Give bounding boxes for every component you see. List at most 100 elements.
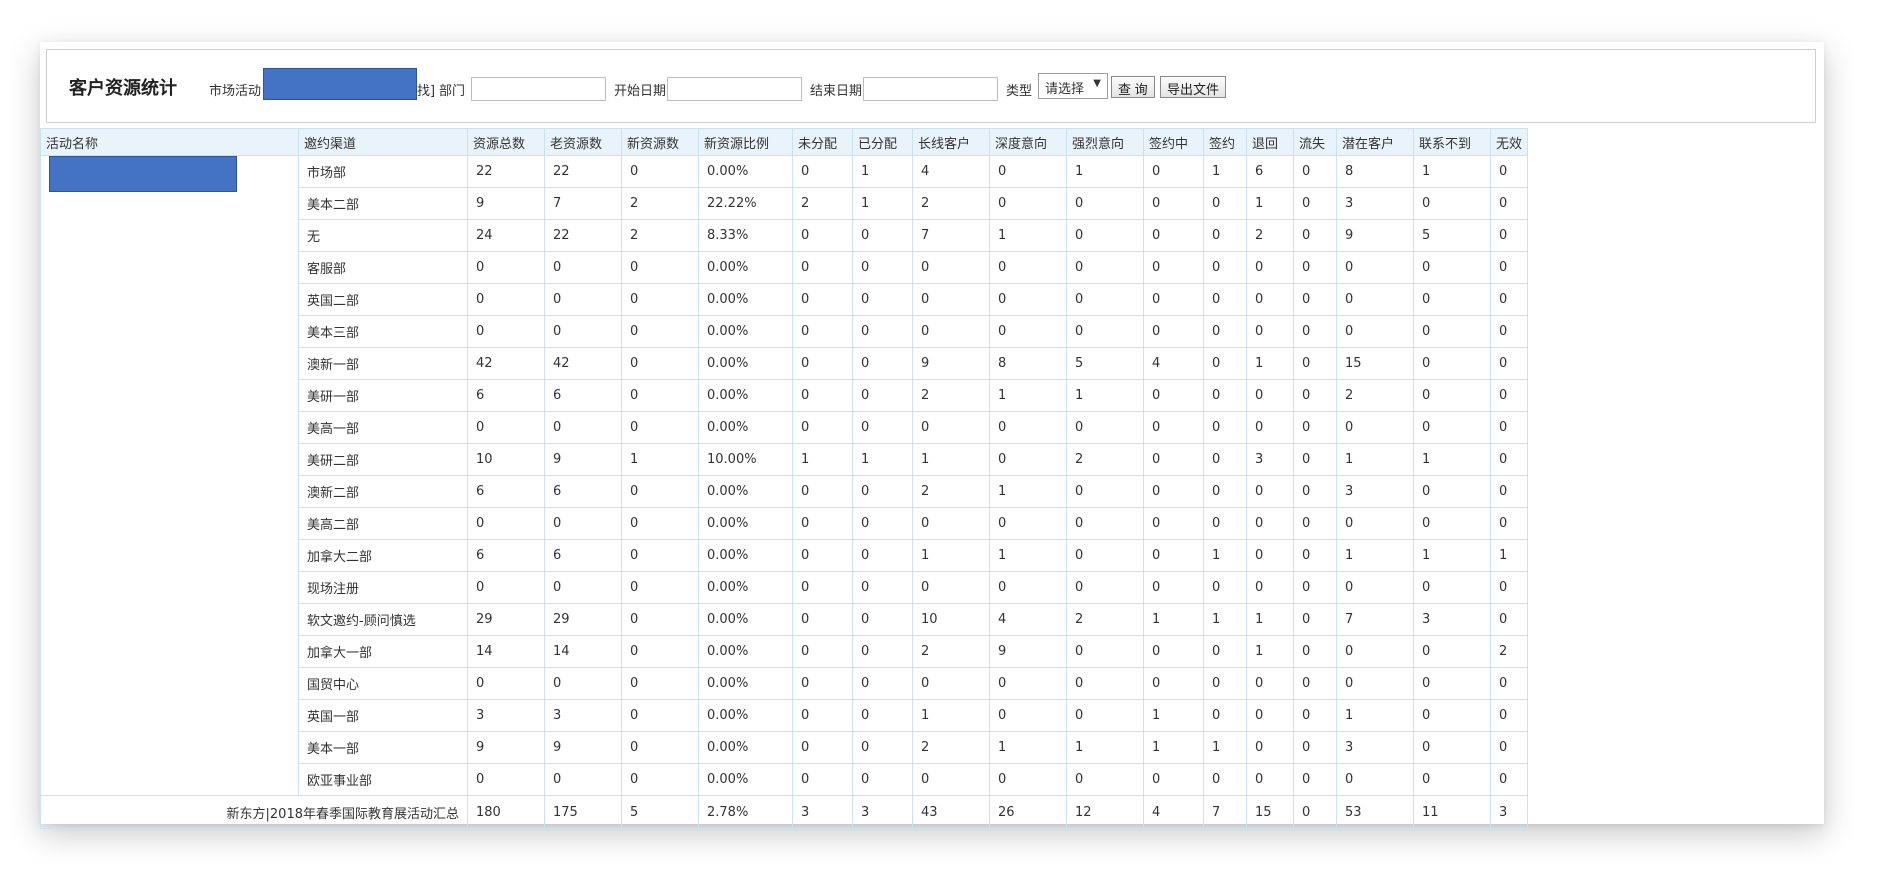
table-cell: 0 [1066, 667, 1144, 700]
table-cell: 0 [1246, 539, 1294, 572]
table-cell: 0 [1413, 379, 1491, 412]
table-cell: 0 [1413, 507, 1491, 540]
table-cell: 0 [1293, 699, 1337, 732]
table-body: 市场部 22 22 0 0.00% 0 1 4 0 1 0 1 6 0 8 1 0 美本二部 9 7 2 22.22% 2 1… [40, 155, 1529, 829]
table-cell: 0 [1489, 571, 1529, 604]
table-cell: 3 [544, 699, 622, 732]
table-cell: 0 [1413, 731, 1491, 764]
table-cell: 0 [621, 507, 699, 540]
channel-cell: 澳新二部 [298, 475, 468, 508]
table-cell: 0 [1293, 507, 1337, 540]
table-cell: 6 [467, 475, 545, 508]
table-cell: 1 [1413, 539, 1491, 572]
activity-select-redacted[interactable] [263, 68, 417, 100]
search-button[interactable]: 查 询 [1111, 76, 1155, 98]
table-cell: 7 [1336, 603, 1414, 636]
column-header: 强烈意向 [1066, 128, 1144, 156]
table-cell: 9 [912, 347, 990, 380]
total-row: 新东方|2018年春季国际教育展活动汇总 180 175 5 2.78% 3 3 43 26 12… [40, 795, 1529, 829]
export-button[interactable]: 导出文件 [1160, 76, 1227, 98]
type-select[interactable]: 请选择 ▼ [1038, 73, 1108, 99]
table-cell: 0 [1143, 155, 1204, 188]
table-cell: 0 [1143, 187, 1204, 220]
table-cell: 0 [1066, 571, 1144, 604]
table-cell: 0.00% [698, 315, 793, 348]
table-cell: 3 [1336, 187, 1414, 220]
column-header: 资源总数 [467, 128, 545, 156]
table-cell: 1 [1066, 155, 1144, 188]
table-cell: 0 [1336, 571, 1414, 604]
table-cell: 0 [467, 507, 545, 540]
table-cell: 0 [989, 507, 1067, 540]
table-cell: 0 [1066, 507, 1144, 540]
table-cell: 4 [1143, 347, 1204, 380]
table-cell: 0 [792, 347, 853, 380]
table-cell: 1 [1246, 347, 1294, 380]
table-cell: 0 [1413, 475, 1491, 508]
table-cell: 0 [852, 667, 913, 700]
table-cell: 0 [989, 187, 1067, 220]
channel-cell: 美本一部 [298, 731, 468, 764]
table-row: 市场部 22 22 0 0.00% 0 1 4 0 1 0 1 6 0 8 1 0 [40, 155, 1529, 796]
table-cell: 0 [621, 475, 699, 508]
table-cell: 6 [544, 539, 622, 572]
table-cell: 0 [1143, 571, 1204, 604]
department-input[interactable] [471, 77, 606, 101]
table-cell: 0 [1203, 667, 1247, 700]
channel-cell: 市场部 [298, 155, 468, 188]
table-cell: 0 [1489, 283, 1529, 316]
table-cell: 2 [621, 219, 699, 252]
table-cell: 0 [1293, 315, 1337, 348]
table-cell: 0 [989, 283, 1067, 316]
table-cell: 0 [792, 539, 853, 572]
table-cell: 0 [1293, 251, 1337, 284]
total-cell: 53 [1336, 795, 1414, 829]
table-cell: 1 [1203, 155, 1247, 188]
table-cell: 0 [1143, 219, 1204, 252]
table-cell: 0 [621, 731, 699, 764]
table-cell: 0 [1293, 219, 1337, 252]
table-cell: 0 [467, 411, 545, 444]
redacted-activity-name [49, 156, 237, 192]
table-cell: 0 [1293, 603, 1337, 636]
table-cell: 0 [467, 251, 545, 284]
end-date-input[interactable] [863, 77, 998, 101]
table-cell: 0 [1066, 763, 1144, 796]
total-cell: 4 [1143, 795, 1204, 829]
table-cell: 0 [1413, 635, 1491, 668]
activity-lookup-link[interactable]: 找] [417, 80, 435, 99]
column-header: 新资源比例 [698, 128, 793, 156]
table-cell: 0 [852, 731, 913, 764]
table-cell: 0 [1413, 283, 1491, 316]
table-cell: 0 [1293, 475, 1337, 508]
table-cell: 0 [1066, 187, 1144, 220]
table-cell: 0 [852, 251, 913, 284]
table-cell: 0 [1293, 155, 1337, 188]
table-cell: 0 [1489, 443, 1529, 476]
table-cell: 0 [1066, 283, 1144, 316]
table-cell: 0 [1203, 283, 1247, 316]
channel-cell: 软文邀约-顾问慎选 [298, 603, 468, 636]
channel-cell: 美研一部 [298, 379, 468, 412]
column-header: 潜在客户 [1336, 128, 1414, 156]
table-cell: 0 [1143, 443, 1204, 476]
table-cell: 1 [1143, 731, 1204, 764]
start-date-input[interactable] [667, 77, 802, 101]
table-cell: 0.00% [698, 731, 793, 764]
total-cell: 5 [621, 795, 699, 829]
table-cell: 0 [852, 763, 913, 796]
table-cell: 0 [1336, 315, 1414, 348]
department-label: 部门 [439, 84, 466, 99]
table-cell: 0 [1489, 251, 1529, 284]
activity-label: 市场活动 [209, 84, 262, 99]
total-cell: 11 [1413, 795, 1491, 829]
table-cell: 1 [1143, 699, 1204, 732]
type-select-value: 请选择 [1045, 82, 1085, 97]
table-cell: 0 [1489, 411, 1529, 444]
table-cell: 8 [989, 347, 1067, 380]
table-cell: 0 [989, 699, 1067, 732]
table-cell: 1 [1336, 539, 1414, 572]
table-cell: 0 [1246, 411, 1294, 444]
table-cell: 0 [1203, 411, 1247, 444]
resource-stats-table: 活动名称 邀约渠道 资源总数 老资源数 新资源数 新资源比例 未分配 已分配 长线客户 深度意向强… [40, 128, 1529, 829]
